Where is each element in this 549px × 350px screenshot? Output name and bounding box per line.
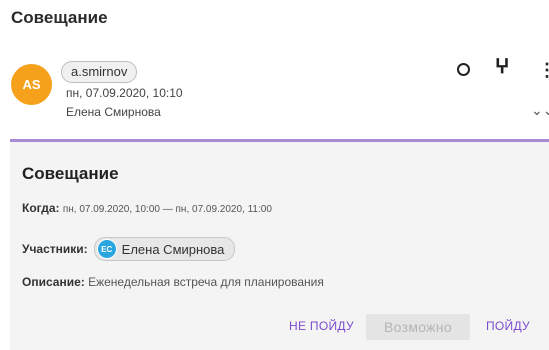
participant-name: Елена Смирнова [121, 241, 225, 257]
event-description: Описание: Еженедельная встреча для плани… [22, 275, 324, 289]
when-value: пн, 07.09.2020, 10:00 — пн, 07.09.2020, … [62, 204, 272, 215]
participants-label: Участники: [22, 242, 88, 256]
page-title: Совещание [11, 8, 108, 27]
participant-chip[interactable]: ЕС Елена Смирнова [93, 237, 236, 261]
participant-avatar: ЕС [96, 239, 117, 259]
expand-icon[interactable]: ⌄⌄ [531, 103, 549, 117]
when-label: Когда: [22, 201, 60, 215]
maybe-button[interactable]: Возможно [366, 314, 470, 340]
description-value: Еженедельная встреча для планирования [88, 275, 324, 289]
event-when: Когда: пн, 07.09.2020, 10:00 — пн, 07.09… [22, 201, 272, 215]
description-label: Описание: [22, 275, 85, 289]
circle-icon[interactable] [457, 63, 470, 76]
translate-icon[interactable]: ⵖ [495, 58, 509, 78]
sender-name: Елена Смирнова [66, 105, 161, 119]
event-participants: Участники: ЕС Елена Смирнова [22, 237, 236, 261]
accept-button[interactable]: ПОЙДУ [486, 319, 530, 333]
sender-chip[interactable]: a.smirnov [61, 61, 138, 83]
event-title: Совещание [22, 164, 119, 183]
decline-button[interactable]: НЕ ПОЙДУ [289, 319, 354, 333]
more-vert-icon[interactable]: ⋮ [538, 60, 549, 80]
event-card: Совещание Когда: пн, 07.09.2020, 10:00 —… [10, 139, 549, 350]
message-date: пн, 07.09.2020, 10:10 [66, 86, 183, 100]
avatar: AS [11, 64, 52, 105]
